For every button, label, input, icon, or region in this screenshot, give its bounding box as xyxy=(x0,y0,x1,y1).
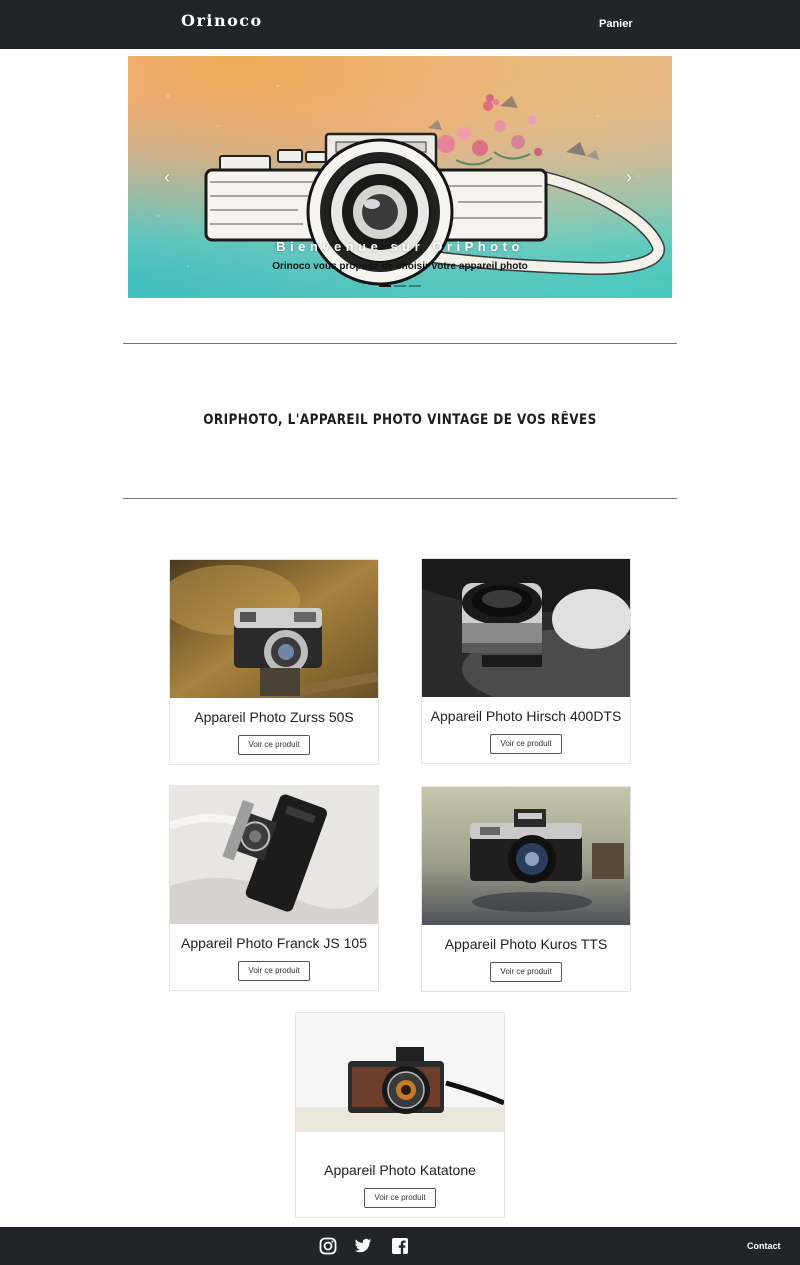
product-title: Appareil Photo Zurss 50S xyxy=(194,709,354,725)
product-title: Appareil Photo Katatone xyxy=(324,1162,476,1178)
brand-logo[interactable]: Orinoco xyxy=(181,11,263,30)
cart-link[interactable]: Panier xyxy=(599,18,633,30)
chevron-right-icon[interactable]: › xyxy=(626,168,632,186)
carousel-indicator-2[interactable] xyxy=(394,285,406,287)
twitter-icon[interactable] xyxy=(354,1237,372,1255)
view-product-button[interactable]: Voir ce produit xyxy=(490,734,562,754)
divider-bottom xyxy=(123,498,677,499)
product-card: Appareil Photo Franck JS 105 Voir ce pro… xyxy=(169,785,379,991)
contact-link[interactable]: Contact xyxy=(747,1241,781,1251)
carousel-indicator-1[interactable] xyxy=(379,285,391,287)
facebook-icon[interactable] xyxy=(391,1237,409,1255)
view-product-button[interactable]: Voir ce produit xyxy=(238,961,310,981)
view-product-button[interactable]: Voir ce produit xyxy=(238,735,310,755)
product-image[interactable] xyxy=(422,559,630,697)
carousel-indicators xyxy=(379,285,421,287)
product-card: Appareil Photo Kuros TTS Voir ce produit xyxy=(421,786,631,992)
view-product-button[interactable]: Voir ce produit xyxy=(364,1188,436,1208)
product-image[interactable] xyxy=(170,786,378,924)
divider-top xyxy=(123,343,677,344)
chevron-left-icon[interactable]: ‹ xyxy=(164,168,170,186)
page-tagline: ORIPHOTO, L'APPAREIL PHOTO VINTAGE DE VO… xyxy=(203,412,597,428)
carousel-indicator-3[interactable] xyxy=(409,285,421,287)
product-title: Appareil Photo Hirsch 400DTS xyxy=(430,708,622,724)
product-title: Appareil Photo Kuros TTS xyxy=(444,936,608,952)
product-image[interactable] xyxy=(170,560,378,698)
product-image[interactable] xyxy=(422,787,630,925)
carousel-caption: Orinoco vous propose de choisir votre ap… xyxy=(272,261,528,272)
product-card: Appareil Photo Zurss 50S Voir ce produit xyxy=(169,559,379,765)
carousel-title: Bienvenue sur OriPhoto xyxy=(276,239,524,254)
product-card: Appareil Photo Hirsch 400DTS Voir ce pro… xyxy=(421,558,631,764)
product-card: Appareil Photo Katatone Voir ce produit xyxy=(295,1012,505,1218)
product-image[interactable] xyxy=(296,1013,504,1132)
hero-carousel: ‹ › Bienvenue sur OriPhoto Orinoco vous … xyxy=(128,56,672,298)
footer: Contact xyxy=(0,1227,800,1265)
view-product-button[interactable]: Voir ce produit xyxy=(490,962,562,982)
navbar: Orinoco Panier xyxy=(0,0,800,49)
product-title: Appareil Photo Franck JS 105 xyxy=(181,935,367,951)
instagram-icon[interactable] xyxy=(319,1237,337,1255)
